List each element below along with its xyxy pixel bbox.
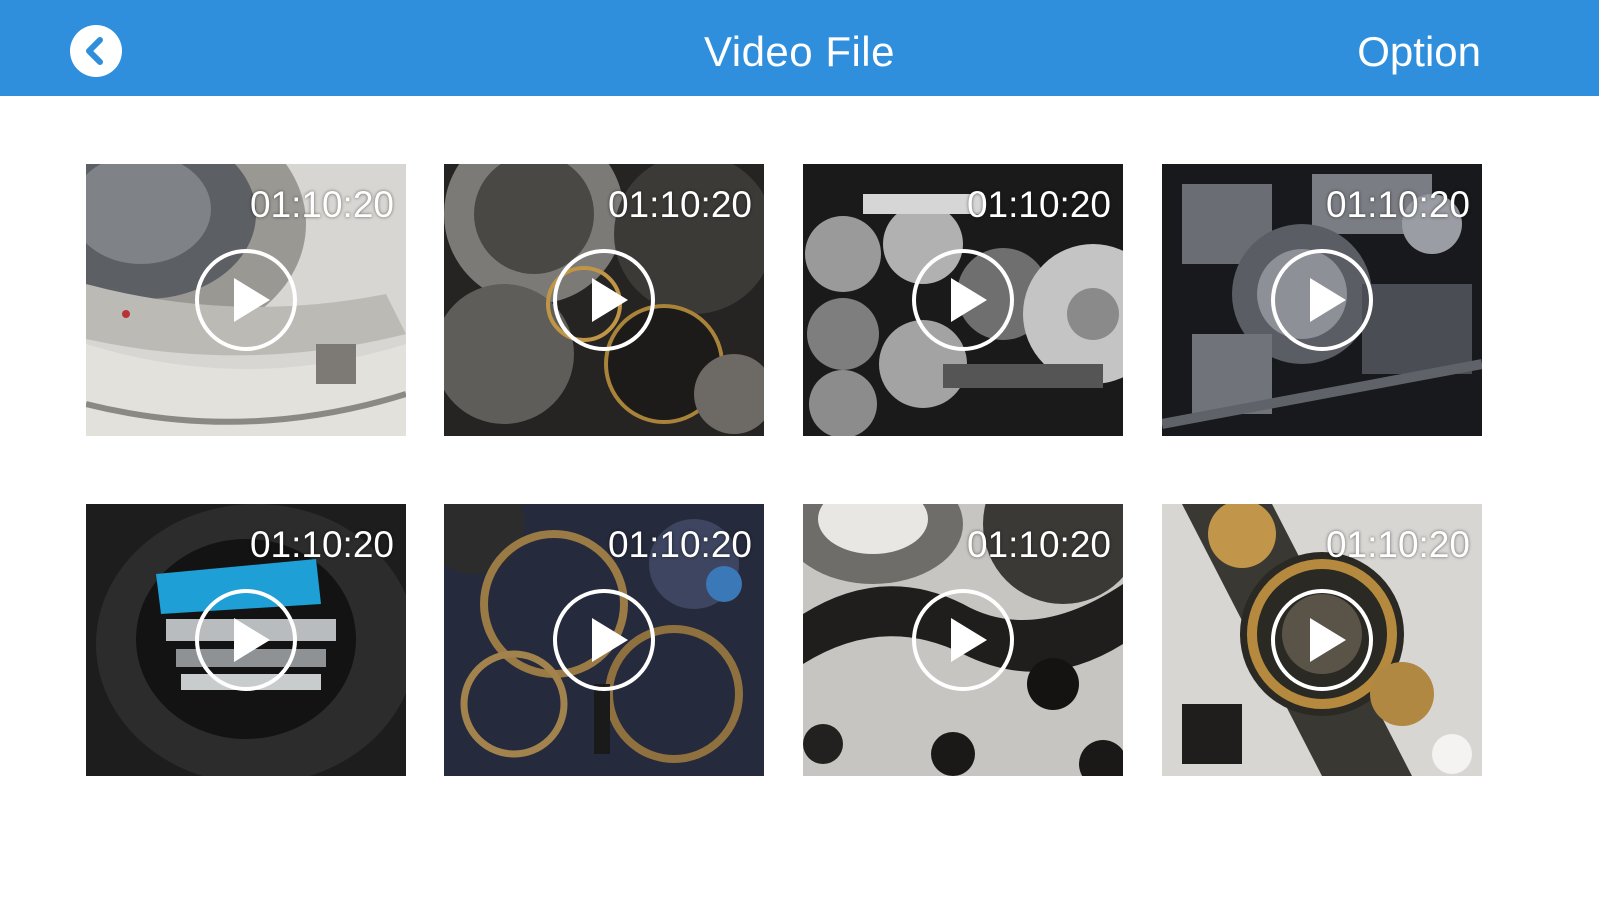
video-thumbnail-2[interactable]: 01:10:20	[444, 164, 764, 436]
video-duration: 01:10:20	[249, 184, 394, 225]
video-thumbnail-4[interactable]: 01:10:20	[1162, 164, 1482, 436]
video-duration: 01:10:20	[966, 524, 1111, 565]
play-icon[interactable]	[194, 588, 298, 692]
video-duration: 01:10:20	[1325, 184, 1470, 225]
video-thumbnail-3[interactable]: 01:10:20	[803, 164, 1123, 436]
video-duration: 01:10:20	[607, 524, 752, 565]
play-icon[interactable]	[552, 248, 656, 352]
top-bar: Video File Option	[0, 0, 1599, 96]
play-icon[interactable]	[194, 248, 298, 352]
video-duration: 01:10:20	[966, 184, 1111, 225]
play-icon[interactable]	[1270, 588, 1374, 692]
video-duration: 01:10:20	[607, 184, 752, 225]
play-icon[interactable]	[911, 248, 1015, 352]
video-thumbnail-6[interactable]: 01:10:20	[444, 504, 764, 776]
video-thumbnail-1[interactable]: 01:10:20	[86, 164, 406, 436]
video-thumbnail-5[interactable]: 01:10:20	[86, 504, 406, 776]
play-icon[interactable]	[911, 588, 1015, 692]
play-icon[interactable]	[1270, 248, 1374, 352]
video-thumbnail-8[interactable]: 01:10:20	[1162, 504, 1482, 776]
option-button[interactable]: Option	[1357, 26, 1481, 78]
video-thumbnail-7[interactable]: 01:10:20	[803, 504, 1123, 776]
video-duration: 01:10:20	[1325, 524, 1470, 565]
video-duration: 01:10:20	[249, 524, 394, 565]
play-icon[interactable]	[552, 588, 656, 692]
